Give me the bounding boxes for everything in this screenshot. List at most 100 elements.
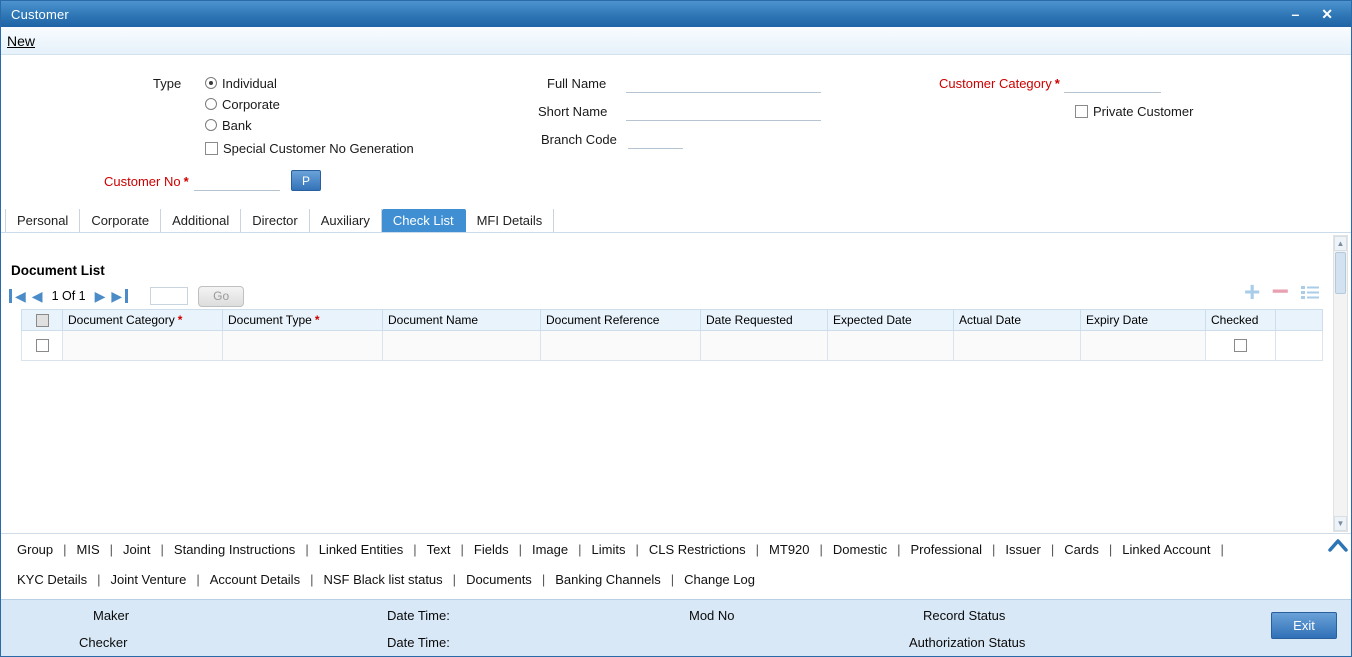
cell-actual-date[interactable]	[954, 331, 1081, 361]
go-button[interactable]: Go	[198, 285, 245, 307]
link-mt920[interactable]: MT920	[759, 542, 819, 557]
row-select-checkbox[interactable]	[35, 339, 49, 352]
link-standing-instructions[interactable]: Standing Instructions	[164, 542, 305, 557]
link-fields[interactable]: Fields	[464, 542, 519, 557]
link-account-details[interactable]: Account Details	[200, 572, 310, 587]
checker-date-time-label: Date Time:	[387, 635, 450, 650]
previous-page-icon[interactable]: ◀	[29, 289, 46, 303]
private-customer-checkbox[interactable]	[1075, 105, 1088, 118]
new-button[interactable]: New	[7, 33, 35, 49]
link-documents[interactable]: Documents	[456, 572, 542, 587]
action-links-row-1: Group | MIS | Joint | Standing Instructions…	[7, 538, 1224, 560]
cell-expected-date[interactable]	[828, 331, 954, 361]
full-name-input[interactable]	[626, 76, 821, 93]
link-banking-channels[interactable]: Banking Channels	[545, 572, 671, 587]
mod-no-label: Mod No	[689, 608, 735, 623]
pagination-bar: ◀ ◀ 1 Of 1 ▶ ▶ Go	[9, 285, 245, 307]
link-domestic[interactable]: Domestic	[823, 542, 897, 557]
scroll-up-icon[interactable]: ▲	[1334, 236, 1347, 251]
column-document-category-required: *	[177, 313, 183, 327]
minimize-icon[interactable]: –	[1291, 7, 1299, 21]
link-professional[interactable]: Professional	[900, 542, 992, 557]
column-document-type-required: *	[314, 313, 320, 327]
vertical-scrollbar[interactable]: ▲ ▼	[1333, 235, 1348, 532]
tab-auxiliary[interactable]: Auxiliary	[309, 209, 382, 233]
last-page-icon[interactable]: ▶	[108, 289, 129, 303]
tab-corporate[interactable]: Corporate	[80, 209, 162, 233]
first-page-icon[interactable]: ◀	[9, 289, 29, 303]
scrollbar-thumb[interactable]	[1335, 252, 1346, 294]
next-page-icon[interactable]: ▶	[92, 289, 109, 303]
cell-date-requested[interactable]	[701, 331, 828, 361]
tab-additional[interactable]: Additional	[161, 209, 242, 233]
column-document-type: Document Type *	[223, 309, 383, 331]
select-all-checkbox[interactable]	[35, 313, 49, 327]
cell-document-category[interactable]	[63, 331, 223, 361]
type-radio-corporate[interactable]	[205, 98, 217, 110]
populate-button[interactable]: P	[291, 170, 321, 191]
short-name-input[interactable]	[626, 104, 821, 121]
tab-personal[interactable]: Personal	[5, 209, 81, 233]
link-linked-account[interactable]: Linked Account	[1112, 542, 1220, 557]
branch-code-label: Branch Code	[541, 132, 617, 147]
type-radio-individual[interactable]	[205, 77, 217, 89]
page-number-input[interactable]	[150, 287, 189, 305]
link-mis[interactable]: MIS	[67, 542, 110, 557]
cell-document-name[interactable]	[383, 331, 541, 361]
link-kyc-details[interactable]: KYC Details	[7, 572, 97, 587]
link-change-log[interactable]: Change Log	[674, 572, 765, 587]
link-separator: |	[1220, 541, 1224, 557]
customer-no-input[interactable]	[194, 174, 280, 191]
link-joint-venture[interactable]: Joint Venture	[100, 572, 196, 587]
collapse-panel-icon[interactable]	[1327, 537, 1349, 553]
link-text[interactable]: Text	[417, 542, 461, 557]
tab-mfi-details[interactable]: MFI Details	[465, 209, 555, 233]
column-actual-date: Actual Date	[954, 309, 1081, 331]
column-document-reference: Document Reference	[541, 309, 701, 331]
type-radio-bank[interactable]	[205, 119, 217, 131]
add-row-icon[interactable]: +	[1244, 278, 1260, 306]
type-radio-bank-label: Bank	[222, 118, 252, 133]
link-joint[interactable]: Joint	[113, 542, 160, 557]
link-group[interactable]: Group	[7, 542, 63, 557]
cell-document-reference[interactable]	[541, 331, 701, 361]
link-linked-entities[interactable]: Linked Entities	[309, 542, 414, 557]
delete-row-icon[interactable]: −	[1271, 277, 1289, 307]
special-customer-no-generation-checkbox[interactable]	[205, 142, 218, 155]
cell-document-type[interactable]	[223, 331, 383, 361]
column-date-requested: Date Requested	[701, 309, 828, 331]
tab-bar: Personal Corporate Additional Director A…	[5, 209, 555, 233]
link-nsf-black-list-status[interactable]: NSF Black list status	[313, 572, 452, 587]
customer-category-required-marker: *	[1054, 76, 1060, 91]
maker-date-time-label: Date Time:	[387, 608, 450, 623]
document-list-table: Document Category * Document Type * Docume…	[21, 309, 1323, 361]
customer-no-label: Customer No *	[104, 174, 189, 189]
page-indicator: 1 Of 1	[51, 289, 86, 303]
column-expected-date-label: Expected Date	[833, 313, 912, 327]
exit-button[interactable]: Exit	[1271, 612, 1337, 639]
document-list-title: Document List	[11, 263, 105, 278]
link-cards[interactable]: Cards	[1054, 542, 1109, 557]
column-document-reference-label: Document Reference	[546, 313, 660, 327]
branch-code-input[interactable]	[628, 132, 683, 149]
table-row	[21, 331, 1323, 361]
single-view-icon[interactable]	[1300, 284, 1320, 300]
customer-category-input[interactable]	[1064, 76, 1161, 93]
tab-director[interactable]: Director	[241, 209, 310, 233]
cell-checked	[1206, 331, 1276, 361]
link-image[interactable]: Image	[522, 542, 578, 557]
special-customer-no-generation-label: Special Customer No Generation	[223, 141, 414, 156]
row-action-icons: + −	[1244, 277, 1320, 307]
link-cls-restrictions[interactable]: CLS Restrictions	[639, 542, 756, 557]
cell-expiry-date[interactable]	[1081, 331, 1206, 361]
scroll-down-icon[interactable]: ▼	[1334, 516, 1347, 531]
link-limits[interactable]: Limits	[582, 542, 636, 557]
tab-check-list[interactable]: Check List	[381, 209, 466, 233]
type-radio-corporate-label: Corporate	[222, 97, 280, 112]
checked-checkbox[interactable]	[1234, 339, 1247, 352]
authorization-status-label: Authorization Status	[909, 635, 1026, 650]
link-issuer[interactable]: Issuer	[995, 542, 1050, 557]
close-icon[interactable]: ✕	[1321, 7, 1333, 21]
select-all-header-cell	[21, 309, 63, 331]
column-date-requested-label: Date Requested	[706, 313, 793, 327]
